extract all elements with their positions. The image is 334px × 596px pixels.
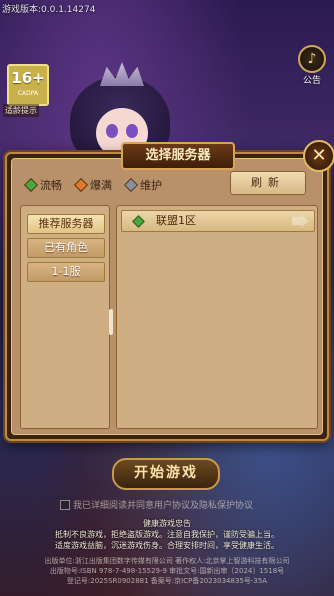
- pub-line: 登记号:2025SR0902881 备案号:京ICP备2023034835号-3…: [66, 577, 268, 585]
- start-game-button[interactable]: 开始游戏: [112, 458, 220, 490]
- server-list: 联盟1区: [116, 205, 318, 429]
- age-rating-value: 16+: [11, 69, 45, 87]
- age-rating-org: CADPA: [17, 90, 39, 97]
- legend-label: 维护: [140, 179, 162, 192]
- legend-label: 爆满: [90, 179, 112, 192]
- notice-button[interactable]: ♪ 公告: [296, 45, 328, 86]
- status-legend: 流畅 爆满 维护: [23, 177, 162, 193]
- health-line: 抵制不良游戏，拒绝盗版游戏。注意自我保护，谨防受骗上当。: [55, 530, 279, 539]
- notice-icon: ♪: [298, 45, 326, 73]
- server-category-list: 推荐服务器 已有角色 1-1服: [20, 205, 110, 429]
- dialog-title: 选择服务器: [121, 142, 235, 170]
- notice-label: 公告: [302, 76, 321, 86]
- status-diamond-icon: [132, 215, 145, 228]
- server-row[interactable]: 联盟1区: [121, 210, 315, 232]
- pub-line: 出版单位:浙江出版集团数字传媒有限公司 著作权人:北京掌上智游科技有限公司: [44, 557, 290, 565]
- age-rating-badge[interactable]: 16+ CADPA: [7, 64, 49, 106]
- legend-item-maintenance: 维护: [123, 177, 162, 193]
- tab-recommended[interactable]: 推荐服务器: [27, 214, 105, 234]
- agreement-row[interactable]: 我已详细阅读并同意用户协议及隐私保护协议: [60, 498, 270, 511]
- health-line: 适度游戏益脑，沉迷游戏伤身。合理安排时间，享受健康生活。: [55, 541, 279, 550]
- server-name: 联盟1区: [156, 214, 196, 227]
- refresh-button[interactable]: 刷新: [230, 171, 306, 195]
- version-text: 游戏版本:0.0.1.14274: [2, 5, 96, 15]
- legend-label: 流畅: [40, 179, 62, 192]
- smooth-diamond-icon: [23, 177, 39, 193]
- tab-server-range[interactable]: 1-1服: [27, 262, 105, 282]
- tab-existing-roles[interactable]: 已有角色: [27, 238, 105, 258]
- agreement-text: 我已详细阅读并同意用户协议及隐私保护协议: [73, 501, 254, 511]
- scrollbar-thumb[interactable]: [109, 309, 113, 335]
- legend-item-full: 爆满: [73, 177, 112, 193]
- pub-line: 出版物号:ISBN 978-7-498-15529-9 审批文号:国新出审〔20…: [49, 567, 285, 575]
- dialog-body: 流畅 爆满 维护 刷新 推荐服务器 已有角色 1-1服 联盟1区: [11, 158, 323, 435]
- server-select-dialog: 流畅 爆满 维护 刷新 推荐服务器 已有角色 1-1服 联盟1区 选择服务器 ✕: [5, 140, 334, 441]
- full-diamond-icon: [73, 177, 89, 193]
- health-title: 健康游戏忠告: [143, 519, 191, 528]
- close-button[interactable]: ✕: [303, 140, 334, 172]
- legend-item-smooth: 流畅: [23, 177, 62, 193]
- publication-info: 出版单位:浙江出版集团数字传媒有限公司 著作权人:北京掌上智游科技有限公司 出版…: [0, 556, 334, 586]
- maintenance-diamond-icon: [123, 177, 139, 193]
- agreement-checkbox[interactable]: [60, 499, 70, 510]
- arrow-right-icon: [292, 214, 308, 228]
- age-tip-label: 适龄提示: [3, 104, 39, 117]
- health-notice: 健康游戏忠告 抵制不良游戏，拒绝盗版游戏。注意自我保护，谨防受骗上当。 适度游戏…: [0, 518, 334, 551]
